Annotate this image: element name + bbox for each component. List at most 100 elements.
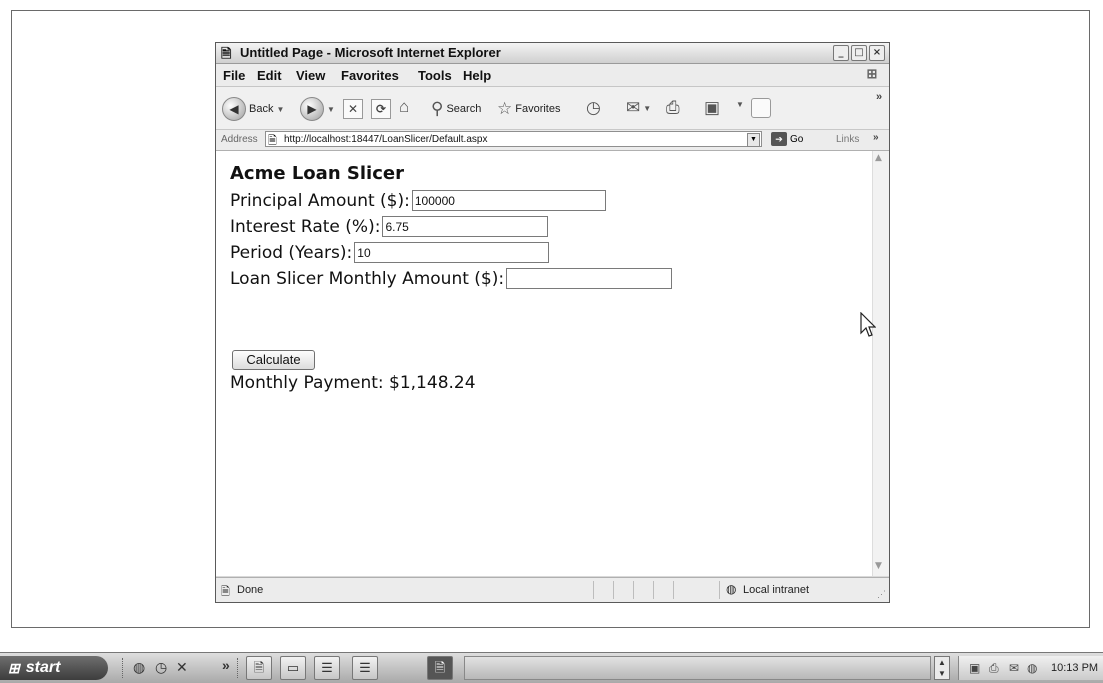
go-button[interactable]: ➔ Go bbox=[771, 132, 803, 146]
task-app-1[interactable]: ☰ bbox=[314, 656, 340, 680]
favorites-button[interactable]: ☆ Favorites bbox=[497, 99, 561, 119]
mail-button[interactable]: ✉ ▼ bbox=[626, 98, 651, 118]
back-button[interactable]: ◀ Back ▼ bbox=[222, 97, 284, 121]
interest-rate-label: Interest Rate (%): bbox=[230, 216, 381, 237]
ie-page-icon: 🗎 bbox=[253, 660, 265, 675]
stop-icon: ✕ bbox=[343, 99, 363, 119]
standard-toolbar: ◀ Back ▼ ▶ ▼ ✕ ⟳ ⌂ ⚲ Search ☆ Favorites … bbox=[216, 87, 889, 130]
tray-security-icon[interactable]: ◍ bbox=[1027, 661, 1037, 675]
chevron-down-icon[interactable]: ▼ bbox=[747, 133, 760, 147]
ie-page-icon: 🗎 bbox=[268, 135, 277, 147]
security-zone: Local intranet bbox=[743, 584, 810, 596]
folder-icon: ▭ bbox=[286, 660, 300, 675]
tray-app-icon[interactable]: ⎙ bbox=[989, 661, 999, 676]
close-button[interactable]: × bbox=[869, 45, 885, 61]
stop-button[interactable]: ✕ bbox=[343, 99, 363, 119]
back-label: Back bbox=[249, 103, 274, 115]
status-divider bbox=[633, 581, 634, 599]
window-title: Untitled Page - Microsoft Internet Explo… bbox=[240, 45, 501, 60]
edit-icon: ▣ bbox=[704, 98, 721, 117]
ie-page-icon: 🗎 bbox=[434, 660, 446, 675]
monthly-amount-row: Loan Slicer Monthly Amount ($): bbox=[230, 268, 673, 289]
search-icon: ⚲ bbox=[431, 99, 444, 118]
task-ie-active[interactable]: 🗎 bbox=[427, 656, 453, 680]
windows-logo-icon: ⊞ bbox=[866, 66, 878, 81]
address-input[interactable]: 🗎 http://localhost:18447/LoanSlicer/Defa… bbox=[265, 131, 762, 147]
task-app-2[interactable]: ☰ bbox=[352, 656, 378, 680]
home-button[interactable]: ⌂ bbox=[399, 97, 409, 117]
chevron-down-icon: ▼ bbox=[327, 104, 335, 114]
discuss-button[interactable] bbox=[751, 98, 771, 118]
tray-monitor-icon[interactable]: ✉ bbox=[1009, 661, 1019, 675]
chevron-right-icon[interactable]: » bbox=[222, 657, 230, 673]
maximize-button[interactable]: □ bbox=[851, 45, 867, 61]
system-tray: ▣ ⎙ ✉ ◍ 10:13 PM bbox=[958, 656, 1103, 680]
calculate-button[interactable]: Calculate bbox=[232, 350, 315, 370]
menu-view[interactable]: View bbox=[296, 68, 325, 83]
vertical-scrollbar[interactable]: ▲ ▼ bbox=[872, 151, 889, 576]
principal-input[interactable] bbox=[411, 190, 606, 211]
address-url: http://localhost:18447/LoanSlicer/Defaul… bbox=[284, 134, 488, 145]
address-label: Address bbox=[221, 134, 258, 145]
tray-scroll-button[interactable]: ▲ ▼ bbox=[934, 656, 950, 680]
toolbar-overflow-button[interactable]: » bbox=[876, 91, 882, 103]
edit-button[interactable]: ▣ bbox=[704, 98, 720, 118]
taskbar-button-area bbox=[464, 656, 931, 680]
quicklaunch-divider bbox=[237, 658, 240, 678]
scroll-up-icon[interactable]: ▲ bbox=[875, 153, 882, 163]
favorites-star-icon: ☆ bbox=[497, 99, 513, 118]
interest-rate-input[interactable] bbox=[382, 216, 549, 237]
print-icon: ⎙ bbox=[666, 98, 680, 117]
monthly-amount-input[interactable] bbox=[506, 268, 673, 289]
edit-dropdown[interactable]: ▼ bbox=[736, 100, 744, 109]
status-divider bbox=[719, 581, 720, 599]
chevron-down-icon: ▼ bbox=[643, 103, 652, 113]
blank-page-icon bbox=[751, 98, 771, 118]
history-button[interactable]: ◷ bbox=[586, 98, 601, 118]
links-label[interactable]: Links bbox=[836, 134, 859, 145]
menu-file[interactable]: File bbox=[223, 68, 245, 83]
forward-button[interactable]: ▶ ▼ bbox=[300, 97, 335, 121]
principal-row: Principal Amount ($): bbox=[230, 190, 606, 211]
refresh-button[interactable]: ⟳ bbox=[371, 99, 391, 119]
close-quicklaunch-icon[interactable]: ✕ bbox=[176, 659, 188, 676]
mouse-cursor-icon bbox=[860, 312, 876, 337]
start-label: start bbox=[25, 659, 61, 676]
chevron-right-icon[interactable]: » bbox=[873, 132, 879, 143]
menu-tools[interactable]: Tools bbox=[418, 68, 452, 83]
browser-quicklaunch-icon[interactable]: ◷ bbox=[155, 659, 167, 676]
monthly-payment-result: Monthly Payment: $1,148.24 bbox=[230, 373, 476, 393]
minimize-button[interactable]: _ bbox=[833, 45, 849, 61]
windows-logo-icon: ⊞ bbox=[8, 659, 20, 676]
task-folder[interactable]: ▭ bbox=[280, 656, 306, 680]
ie-window: 🗎 Untitled Page - Microsoft Internet Exp… bbox=[215, 42, 890, 603]
network-icon[interactable]: ▣ bbox=[969, 661, 980, 675]
start-button[interactable]: ⊞ start bbox=[0, 656, 108, 680]
menu-help[interactable]: Help bbox=[463, 68, 491, 83]
period-input[interactable] bbox=[354, 242, 550, 263]
interest-rate-row: Interest Rate (%): bbox=[230, 216, 549, 237]
period-row: Period (Years): bbox=[230, 242, 550, 263]
ie-quicklaunch-icon[interactable]: ◍ bbox=[133, 659, 145, 676]
go-label: Go bbox=[790, 133, 804, 145]
page-title: Acme Loan Slicer bbox=[230, 163, 404, 184]
clock: 10:13 PM bbox=[1051, 662, 1099, 674]
search-label: Search bbox=[446, 103, 482, 115]
home-icon: ⌂ bbox=[399, 97, 410, 116]
task-ie-page[interactable]: 🗎 bbox=[246, 656, 272, 680]
chevron-right-icon: » bbox=[876, 91, 883, 103]
search-button[interactable]: ⚲ Search bbox=[431, 99, 481, 119]
title-bar[interactable]: 🗎 Untitled Page - Microsoft Internet Exp… bbox=[216, 43, 889, 64]
menu-favorites[interactable]: Favorites bbox=[341, 68, 399, 83]
status-divider bbox=[613, 581, 614, 599]
forward-arrow-icon: ▶ bbox=[300, 97, 324, 121]
go-arrow-icon: ➔ bbox=[771, 132, 787, 146]
print-button[interactable]: ⎙ bbox=[666, 98, 680, 118]
resize-grip-icon[interactable]: ⋰ bbox=[877, 589, 886, 600]
back-arrow-icon: ◀ bbox=[222, 97, 246, 121]
status-divider bbox=[593, 581, 594, 599]
menu-edit[interactable]: Edit bbox=[257, 68, 282, 83]
status-text: Done bbox=[237, 584, 264, 596]
scroll-down-icon[interactable]: ▼ bbox=[875, 561, 882, 571]
stack-icon: ☰ bbox=[321, 660, 333, 675]
